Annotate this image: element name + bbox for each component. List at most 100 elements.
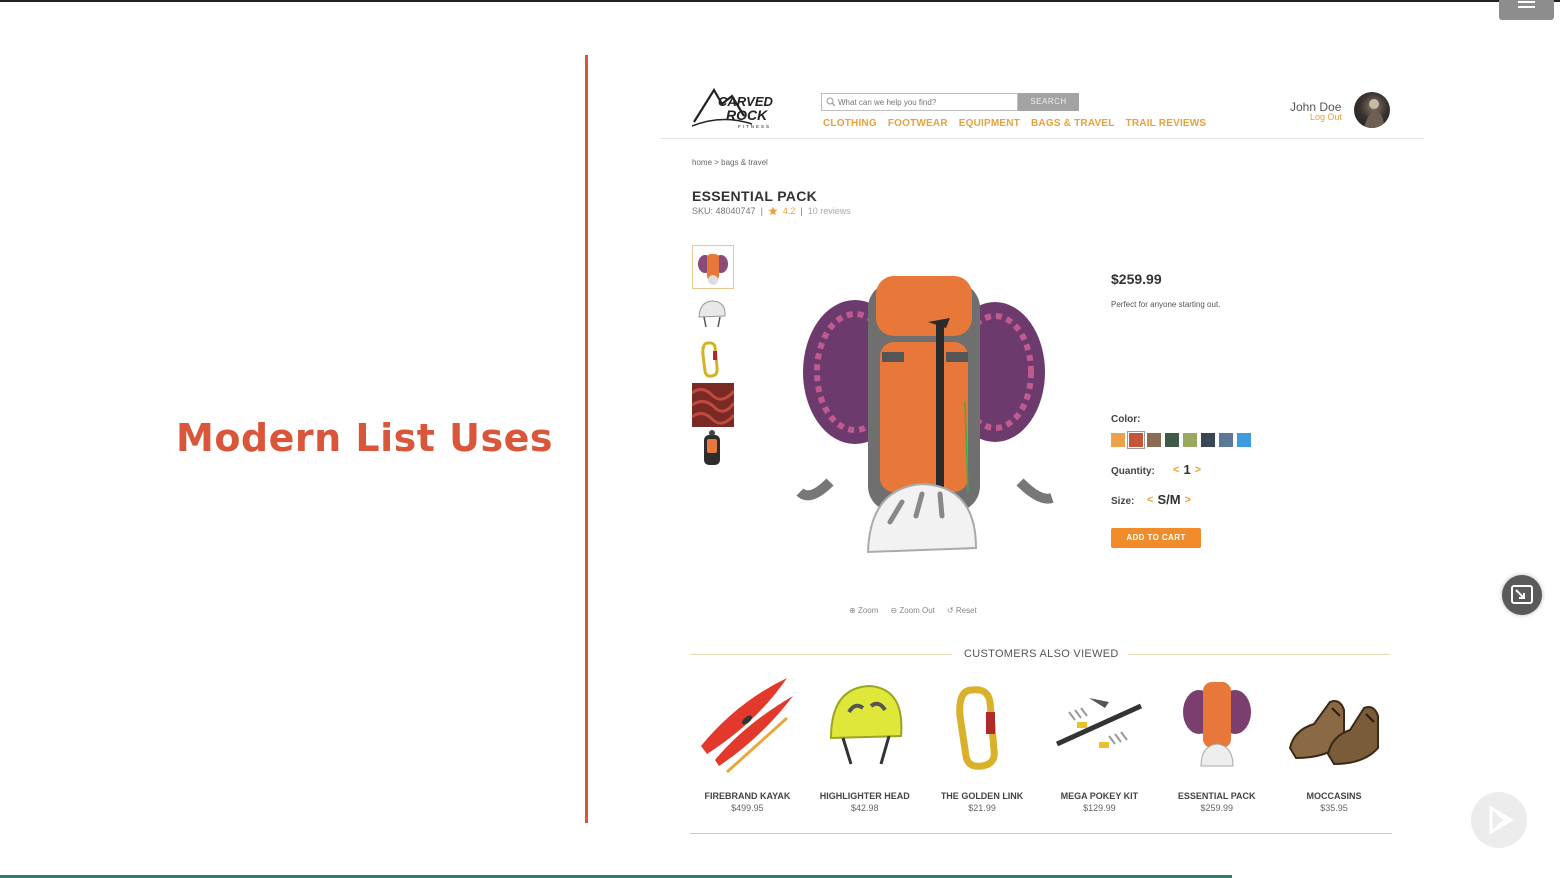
star-icon xyxy=(768,206,778,216)
nav-footwear[interactable]: FOOTWEAR xyxy=(888,118,948,129)
menu-button[interactable] xyxy=(1499,0,1554,20)
zoom-in-control[interactable]: ⊕ Zoom xyxy=(849,606,878,615)
product-image-moccasins xyxy=(1288,700,1380,766)
color-swatch[interactable] xyxy=(1111,433,1125,447)
color-swatch[interactable] xyxy=(1165,433,1179,447)
slide-title: Modern List Uses xyxy=(176,416,554,460)
product-description: Perfect for anyone starting out. xyxy=(1111,300,1221,309)
nav-trail-reviews[interactable]: TRAIL REVIEWS xyxy=(1126,118,1207,129)
thumbnail-carabiner[interactable] xyxy=(692,337,734,381)
zoom-in-icon: ⊕ xyxy=(849,606,856,615)
logo-sub: FITNESS xyxy=(738,124,771,129)
product-image-helmet xyxy=(829,684,903,765)
product-card-name: FIREBRAND KAYAK xyxy=(704,791,791,801)
meta-separator: | xyxy=(760,206,763,216)
color-swatch[interactable] xyxy=(1147,433,1161,447)
also-viewed-rule-left xyxy=(690,654,952,655)
product-card-price: $35.95 xyxy=(1320,803,1348,813)
logo-text-bottom: ROCK xyxy=(726,107,768,123)
quantity-stepper: < 1 > xyxy=(1173,462,1201,477)
add-to-cart-button[interactable]: ADD TO CART xyxy=(1111,528,1201,548)
quantity-value: 1 xyxy=(1183,462,1191,477)
avatar[interactable] xyxy=(1354,92,1390,128)
product-card-price: $21.99 xyxy=(968,803,996,813)
thumbnail-list xyxy=(691,245,736,475)
play-button[interactable] xyxy=(1471,792,1527,848)
size-value: S/M xyxy=(1157,492,1181,507)
play-icon xyxy=(1489,805,1514,835)
product-card[interactable]: MOCCASINS $35.95 xyxy=(1277,672,1392,813)
also-viewed-list: FIREBRAND KAYAK $499.95 HIGHLIGHTER HEAD… xyxy=(690,672,1394,813)
product-card-price: $499.95 xyxy=(731,803,764,813)
thumbnail-climber-pack[interactable] xyxy=(692,429,734,473)
product-card-name: MEGA POKEY KIT xyxy=(1060,791,1139,801)
reset-control[interactable]: ↺ Reset xyxy=(947,606,977,615)
product-image-essential-pack xyxy=(1182,682,1251,767)
product-image-kayak xyxy=(701,678,794,774)
also-viewed-bottom-rule xyxy=(690,833,1392,834)
breadcrumb[interactable]: home > bags & travel xyxy=(692,158,768,167)
site-logo[interactable]: CARVED ROCK FITNESS xyxy=(692,86,787,130)
thumbnail-backpack[interactable] xyxy=(692,245,734,289)
product-card-price: $259.99 xyxy=(1200,803,1233,813)
size-next-button[interactable]: > xyxy=(1185,494,1191,506)
logout-link[interactable]: Log Out xyxy=(1310,112,1342,122)
product-card[interactable]: FIREBRAND KAYAK $499.95 xyxy=(690,672,805,813)
zoom-controls: ⊕ Zoom ⊖ Zoom Out ↺ Reset xyxy=(849,606,977,615)
search-icon xyxy=(826,97,836,107)
main-nav: CLOTHING FOOTWEAR EQUIPMENT BAGS & TRAVE… xyxy=(823,118,1217,129)
quantity-increase-button[interactable]: > xyxy=(1195,464,1201,476)
menu-icon xyxy=(1518,1,1535,3)
reset-label: Reset xyxy=(955,606,977,615)
product-card-name: HIGHLIGHTER HEAD xyxy=(819,791,910,801)
product-meta: SKU: 48040747 | 4.2 | 10 reviews xyxy=(692,206,851,216)
product-card-name: MOCCASINS xyxy=(1306,791,1362,801)
product-card[interactable]: THE GOLDEN LINK $21.99 xyxy=(925,672,1040,813)
product-card[interactable]: ESSENTIAL PACK $259.99 xyxy=(1159,672,1274,813)
meta-separator-2: | xyxy=(800,206,803,216)
nav-equipment[interactable]: EQUIPMENT xyxy=(959,118,1020,129)
color-swatch[interactable] xyxy=(1237,433,1251,447)
product-card-price: $42.98 xyxy=(850,803,879,813)
quantity-decrease-button[interactable]: < xyxy=(1173,464,1179,476)
color-swatch[interactable] xyxy=(1127,431,1145,449)
reset-icon: ↺ xyxy=(946,606,954,615)
product-card-price: $129.99 xyxy=(1083,803,1116,813)
size-prev-button[interactable]: < xyxy=(1147,494,1153,506)
color-swatch[interactable] xyxy=(1201,433,1215,447)
menu-icon-bar xyxy=(1518,6,1535,8)
also-viewed-rule-right xyxy=(1128,654,1390,655)
product-price: $259.99 xyxy=(1111,271,1162,287)
vertical-divider xyxy=(585,55,588,823)
zoom-out-label: Zoom Out xyxy=(899,606,935,615)
zoom-out-control[interactable]: ⊖ Zoom Out xyxy=(890,606,935,615)
picture-in-picture-button[interactable] xyxy=(1502,575,1542,615)
product-card[interactable]: HIGHLIGHTER HEAD $42.98 xyxy=(807,672,922,813)
product-sku: SKU: 48040747 xyxy=(692,206,756,216)
picture-in-picture-icon xyxy=(1511,585,1533,604)
size-label: Size: xyxy=(1111,496,1135,507)
product-card-name: ESSENTIAL PACK xyxy=(1177,791,1256,801)
zoom-out-icon: ⊖ xyxy=(890,606,898,615)
header-divider xyxy=(660,138,1424,139)
color-swatches xyxy=(1111,431,1251,449)
product-card-name: THE GOLDEN LINK xyxy=(940,791,1024,801)
thumbnail-rope[interactable] xyxy=(691,383,736,427)
avatar-silhouette xyxy=(1364,99,1384,128)
color-label: Color: xyxy=(1111,414,1141,425)
also-viewed-title: CUSTOMERS ALSO VIEWED xyxy=(964,648,1119,660)
nav-clothing[interactable]: CLOTHING xyxy=(823,118,877,129)
search-field[interactable] xyxy=(821,93,1018,111)
color-swatch[interactable] xyxy=(1183,433,1197,447)
product-card[interactable]: MEGA POKEY KIT $129.99 xyxy=(1042,672,1157,813)
color-swatch[interactable] xyxy=(1219,433,1233,447)
product-title: ESSENTIAL PACK xyxy=(692,188,818,204)
search-button[interactable]: SEARCH xyxy=(1018,93,1079,111)
product-image-carabiner xyxy=(956,686,998,770)
thumbnail-helmet[interactable] xyxy=(692,291,734,335)
reviews-link[interactable]: 10 reviews xyxy=(808,206,851,216)
quantity-label: Quantity: xyxy=(1111,466,1155,477)
nav-bags-travel[interactable]: BAGS & TRAVEL xyxy=(1031,118,1115,129)
product-main-image[interactable] xyxy=(790,262,1060,582)
search-input[interactable] xyxy=(838,96,1008,108)
